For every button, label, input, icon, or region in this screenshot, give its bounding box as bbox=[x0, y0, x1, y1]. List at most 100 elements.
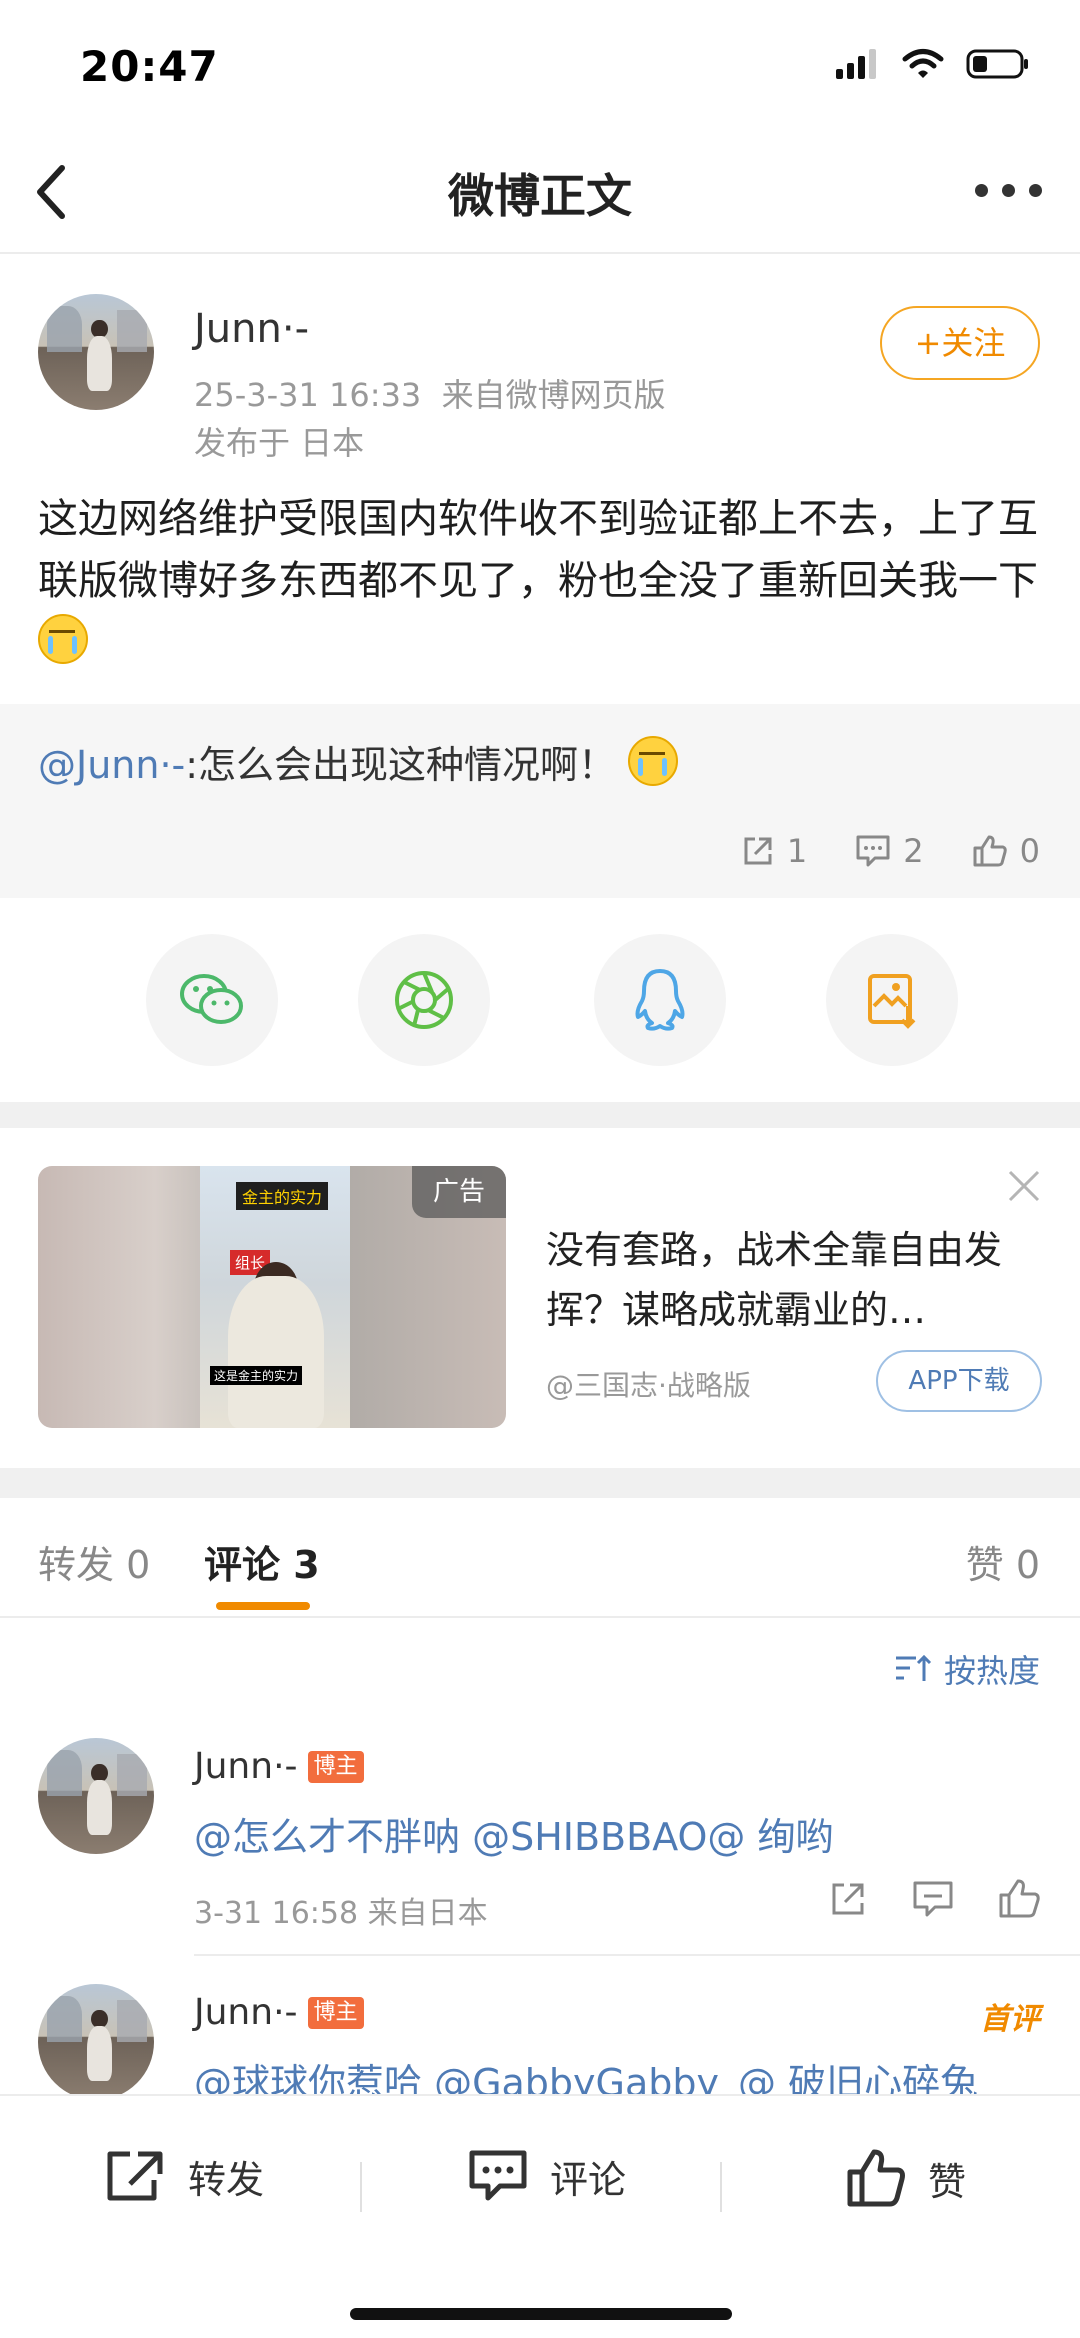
commenter-name-row: Junn·- 博主 bbox=[194, 1746, 364, 1787]
section-divider bbox=[0, 1468, 1080, 1498]
ad-image-tag: 金主的实力 bbox=[236, 1182, 329, 1210]
quote-repost-stat[interactable]: 1 bbox=[741, 832, 807, 870]
commenter-avatar[interactable] bbox=[38, 1738, 154, 1854]
commenter-avatar[interactable] bbox=[38, 1984, 154, 2094]
tab-comments-label: 评论 bbox=[204, 1543, 281, 1587]
repost-button[interactable]: 转发 bbox=[104, 2148, 264, 2204]
ad-title[interactable]: 没有套路，战术全靠自由发挥？谋略成就霸业的… bbox=[546, 1220, 1016, 1340]
nav-bar: 微博正文 bbox=[0, 130, 1080, 254]
quote-text: @Junn·-:怎么会出现这种情况啊！ bbox=[38, 734, 679, 789]
share-moments[interactable] bbox=[358, 934, 490, 1066]
quote-like-stat[interactable]: 0 bbox=[972, 832, 1040, 870]
ad-source[interactable]: @三国志·战略版 bbox=[546, 1364, 751, 1404]
close-icon[interactable] bbox=[1006, 1168, 1042, 1204]
post-body: 这边网络维护受限国内软件收不到验证都上不去，上了互联版微博好多东西都不见了，粉也… bbox=[38, 496, 1038, 604]
share-qq[interactable] bbox=[594, 934, 726, 1066]
post-meta: 25-3-31 16:33 来自微博网页版 bbox=[194, 370, 666, 416]
app-download-button[interactable]: APP下载 bbox=[876, 1350, 1042, 1412]
quote-repost-count: 1 bbox=[786, 832, 808, 870]
qq-penguin-icon bbox=[635, 969, 685, 1031]
author-avatar[interactable] bbox=[38, 294, 154, 410]
repost-icon bbox=[744, 837, 772, 865]
comment-item: Junn·- 博主 首评 @球球你惹哈 @GabbyGabby_@ 破旧心碎兔 bbox=[0, 1984, 1080, 2094]
host-badge: 博主 bbox=[307, 1996, 364, 2029]
post-text: 这边网络维护受限国内软件收不到验证都上不去，上了互联版微博好多东西都不见了，粉也… bbox=[38, 488, 1048, 674]
commenter-name-row: Junn·- 博主 bbox=[194, 1992, 364, 2033]
signal-icon bbox=[836, 49, 876, 79]
tab-comments[interactable]: 评论 3 bbox=[204, 1534, 320, 1589]
comment-label: 评论 bbox=[550, 2157, 627, 2202]
comment-icon bbox=[856, 835, 890, 867]
tab-likes[interactable]: 赞 0 bbox=[966, 1534, 1040, 1589]
comment-button[interactable]: 评论 bbox=[468, 2148, 626, 2204]
comment-item: Junn·- 博主 @怎么才不胖呐 @SHIBBBAO@ 绚哟 3-31 16:… bbox=[0, 1738, 1080, 1956]
commenter-name[interactable]: Junn·- bbox=[194, 1992, 298, 2033]
quote-comment-stat[interactable]: 2 bbox=[855, 832, 924, 870]
page-title: 微博正文 bbox=[448, 169, 632, 223]
tab-likes-label: 赞 bbox=[965, 1543, 1004, 1587]
status-icons bbox=[836, 48, 1030, 80]
sort-icon bbox=[895, 1654, 932, 1681]
thumbs-up-icon bbox=[973, 835, 1007, 867]
comment-icon bbox=[469, 2150, 527, 2201]
home-indicator[interactable] bbox=[350, 2308, 732, 2320]
first-comment-tag: 首评 bbox=[980, 2002, 1040, 2037]
repost-icon bbox=[107, 2151, 163, 2201]
sort-by-hot[interactable]: 按热度 bbox=[894, 1646, 1040, 1692]
repost-label: 转发 bbox=[188, 2157, 265, 2202]
post-location: 发布于 日本 bbox=[194, 424, 365, 462]
thumbs-up-icon bbox=[847, 2149, 905, 2207]
ad-video-frame: 金主的实力 组长 这是金主的实力 bbox=[200, 1166, 350, 1428]
post-card: Junn·- 25-3-31 16:33 来自微博网页版 发布于 日本 +关注 … bbox=[0, 256, 1080, 704]
tab-comments-count: 3 bbox=[293, 1543, 320, 1587]
quote-stats: 1 2 0 bbox=[741, 832, 1040, 870]
status-time: 20:47 bbox=[80, 42, 219, 91]
follow-button[interactable]: +关注 bbox=[880, 306, 1040, 380]
ad-badge: 广告 bbox=[412, 1166, 506, 1218]
status-bar: 20:47 bbox=[0, 0, 1080, 130]
active-tab-indicator bbox=[216, 1602, 310, 1610]
ad-image[interactable]: 金主的实力 组长 这是金主的实力 广告 bbox=[38, 1166, 506, 1428]
tab-reposts-label: 转发 bbox=[38, 1543, 115, 1587]
repost-icon[interactable] bbox=[828, 1879, 868, 1919]
commenter-name[interactable]: Junn·- bbox=[194, 1746, 298, 1787]
sort-label: 按热度 bbox=[943, 1652, 1040, 1690]
comment-actions bbox=[828, 1878, 1040, 1920]
tab-reposts-count: 0 bbox=[126, 1543, 151, 1587]
host-badge: 博主 bbox=[307, 1750, 364, 1783]
share-row bbox=[0, 898, 1080, 1102]
tab-likes-count: 0 bbox=[1015, 1543, 1040, 1587]
quote-like-count: 0 bbox=[1019, 832, 1040, 870]
thumbs-up-icon[interactable] bbox=[998, 1878, 1040, 1920]
comment-text[interactable]: @怎么才不胖呐 @SHIBBBAO@ 绚哟 bbox=[194, 1806, 834, 1861]
moments-aperture-icon bbox=[395, 971, 453, 1029]
repost-quote[interactable]: @Junn·-:怎么会出现这种情况啊！ 1 2 0 bbox=[0, 704, 1080, 898]
ad-image-subtitle: 这是金主的实力 bbox=[210, 1366, 303, 1385]
crying-emoji-icon bbox=[38, 614, 88, 664]
like-label: 赞 bbox=[928, 2159, 967, 2204]
quote-comment-count: 2 bbox=[903, 832, 924, 870]
post-source: 来自微博网页版 bbox=[441, 376, 666, 414]
share-save-image[interactable] bbox=[826, 934, 958, 1066]
post-timestamp: 25-3-31 16:33 bbox=[194, 376, 422, 414]
comment-icon[interactable] bbox=[912, 1879, 954, 1919]
share-wechat[interactable] bbox=[146, 934, 278, 1066]
like-button[interactable]: 赞 bbox=[846, 2148, 966, 2208]
tab-reposts[interactable]: 转发 0 bbox=[38, 1534, 150, 1589]
comment-meta: 3-31 16:58 来自日本 bbox=[194, 1896, 488, 1931]
tab-bar: 转发 0 评论 3 赞 0 bbox=[0, 1498, 1080, 1618]
quote-body: :怎么会出现这种情况啊！ bbox=[185, 743, 617, 787]
bottom-action-bar: 转发 评论 赞 bbox=[0, 2094, 1080, 2338]
battery-icon bbox=[966, 49, 1028, 79]
comment-text[interactable]: @球球你惹哈 @GabbyGabby_@ 破旧心碎兔 bbox=[194, 2052, 978, 2094]
wifi-icon bbox=[902, 49, 944, 78]
comment-divider bbox=[194, 1954, 1080, 1956]
separator bbox=[360, 2162, 362, 2212]
quote-mention[interactable]: @Junn·- bbox=[38, 743, 185, 787]
more-options-icon[interactable] bbox=[975, 184, 1042, 197]
crying-emoji-icon bbox=[628, 736, 679, 786]
section-divider bbox=[0, 1102, 1080, 1128]
wechat-icon bbox=[180, 974, 243, 1024]
post-author-name[interactable]: Junn·- bbox=[194, 306, 309, 352]
ad-card[interactable]: 金主的实力 组长 这是金主的实力 广告 没有套路，战术全靠自由发挥？谋略成就霸业… bbox=[0, 1128, 1080, 1468]
